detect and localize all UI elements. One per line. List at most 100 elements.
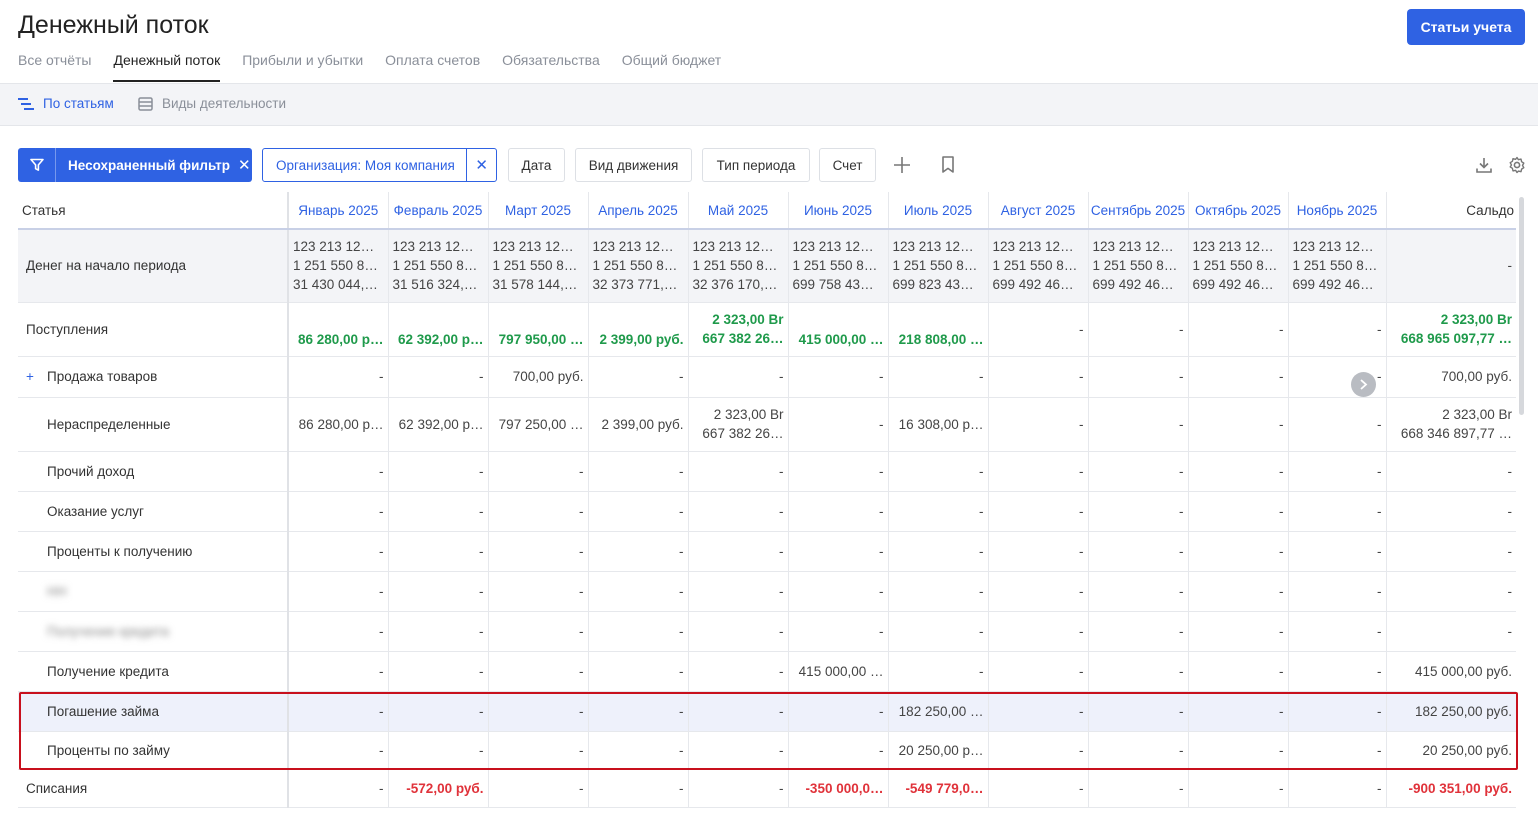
value-cell[interactable]: - bbox=[588, 531, 689, 572]
value-cell[interactable]: 797 950,00 … bbox=[488, 302, 589, 357]
value-cell[interactable]: 123 213 12… 1 251 550 8… 31 430 044,… bbox=[288, 229, 389, 303]
value-cell[interactable]: - bbox=[888, 451, 989, 492]
column-header-month[interactable]: Март 2025 bbox=[488, 192, 589, 230]
value-cell[interactable]: - bbox=[688, 531, 789, 572]
value-cell[interactable]: - bbox=[1088, 531, 1189, 572]
value-cell[interactable]: - bbox=[788, 491, 889, 532]
value-cell[interactable]: - bbox=[988, 571, 1089, 612]
value-cell[interactable]: 123 213 12… 1 251 550 8… 699 758 43… bbox=[788, 229, 889, 303]
value-cell[interactable]: - bbox=[1288, 531, 1387, 572]
value-cell[interactable]: - bbox=[688, 356, 789, 398]
value-cell[interactable]: - bbox=[1288, 451, 1387, 492]
value-cell[interactable]: 123 213 12… 1 251 550 8… 699 492 46… bbox=[1188, 229, 1289, 303]
value-cell[interactable]: - bbox=[1188, 611, 1289, 652]
column-header-month[interactable]: Апрель 2025 bbox=[588, 192, 689, 230]
value-cell[interactable]: - bbox=[988, 302, 1089, 357]
value-cell[interactable]: - bbox=[488, 491, 589, 532]
value-cell[interactable]: - bbox=[288, 531, 389, 572]
value-cell[interactable]: - bbox=[588, 356, 689, 398]
value-cell[interactable]: -350 000,0… bbox=[788, 769, 889, 808]
value-cell[interactable]: - bbox=[1188, 651, 1289, 692]
value-cell[interactable]: - bbox=[788, 356, 889, 398]
value-cell[interactable]: - bbox=[1088, 356, 1189, 398]
table-row[interactable]: Проценты по займу - - - - - -20 250,00 р… - - - -2… bbox=[18, 731, 1516, 770]
value-cell[interactable]: - bbox=[1088, 769, 1189, 808]
value-cell[interactable]: - bbox=[288, 651, 389, 692]
column-header-month[interactable]: Июнь 2025 bbox=[788, 192, 889, 230]
value-cell[interactable]: - bbox=[1288, 731, 1387, 770]
value-cell[interactable]: - bbox=[688, 731, 789, 770]
value-cell[interactable]: - bbox=[788, 731, 889, 770]
value-cell[interactable]: - bbox=[1288, 571, 1387, 612]
saldo-cell[interactable]: -900 351,00 руб. bbox=[1386, 769, 1516, 808]
tab-profit-loss[interactable]: Прибыли и убытки bbox=[242, 51, 363, 83]
column-header-month[interactable]: Февраль 2025 bbox=[388, 192, 489, 230]
column-header-month[interactable]: Сентябрь 2025 bbox=[1088, 192, 1189, 230]
bookmark-icon[interactable] bbox=[937, 154, 959, 176]
value-cell[interactable]: 16 308,00 р… bbox=[888, 397, 989, 452]
table-row[interactable]: НН - - - - - - - - - - - - bbox=[18, 571, 1516, 612]
vertical-scrollbar[interactable] bbox=[1519, 197, 1524, 415]
scroll-right-button[interactable] bbox=[1351, 372, 1376, 397]
value-cell[interactable]: 797 250,00 … bbox=[488, 397, 589, 452]
value-cell[interactable]: - bbox=[488, 451, 589, 492]
value-cell[interactable]: - bbox=[788, 571, 889, 612]
organization-filter-chip[interactable]: Организация: Моя компания ✕ bbox=[262, 148, 497, 182]
value-cell[interactable]: 123 213 12… 1 251 550 8… 699 492 46… bbox=[1088, 229, 1189, 303]
value-cell[interactable]: 123 213 12… 1 251 550 8… 699 492 46… bbox=[1288, 229, 1387, 303]
value-cell[interactable]: 2 399,00 руб. bbox=[588, 397, 689, 452]
saldo-cell[interactable]: - bbox=[1386, 229, 1516, 303]
value-cell[interactable]: -572,00 руб. bbox=[388, 769, 489, 808]
value-cell[interactable]: 123 213 12… 1 251 550 8… 32 376 170,… bbox=[688, 229, 789, 303]
value-cell[interactable]: - bbox=[888, 491, 989, 532]
value-cell[interactable]: 86 280,00 р… bbox=[288, 302, 389, 357]
column-header-month[interactable]: Июль 2025 bbox=[888, 192, 989, 230]
value-cell[interactable]: - bbox=[688, 691, 789, 732]
value-cell[interactable]: - bbox=[1188, 691, 1289, 732]
value-cell[interactable]: - bbox=[1288, 491, 1387, 532]
saldo-cell[interactable]: - bbox=[1386, 531, 1516, 572]
value-cell[interactable]: - bbox=[588, 651, 689, 692]
value-cell[interactable]: - bbox=[488, 531, 589, 572]
table-row[interactable]: Получение кредита - - - - - - - - - - - - bbox=[18, 611, 1516, 652]
value-cell[interactable]: - bbox=[888, 611, 989, 652]
value-cell[interactable]: -549 779,0… bbox=[888, 769, 989, 808]
value-cell[interactable]: - bbox=[1188, 731, 1289, 770]
value-cell[interactable]: - bbox=[988, 397, 1089, 452]
value-cell[interactable]: - bbox=[288, 691, 389, 732]
value-cell[interactable]: - bbox=[788, 397, 889, 452]
value-cell[interactable]: - bbox=[1088, 691, 1189, 732]
value-cell[interactable]: 123 213 12… 1 251 550 8… 31 578 144,… bbox=[488, 229, 589, 303]
saldo-cell[interactable]: - bbox=[1386, 571, 1516, 612]
value-cell[interactable]: - bbox=[788, 451, 889, 492]
value-cell[interactable]: - bbox=[488, 769, 589, 808]
column-header-month[interactable]: Январь 2025 bbox=[288, 192, 389, 230]
value-cell[interactable]: - bbox=[1188, 451, 1289, 492]
value-cell[interactable]: - bbox=[888, 531, 989, 572]
value-cell[interactable]: - bbox=[388, 731, 489, 770]
value-cell[interactable]: - bbox=[1088, 731, 1189, 770]
column-header-month[interactable]: Октябрь 2025 bbox=[1188, 192, 1289, 230]
value-cell[interactable]: - bbox=[288, 356, 389, 398]
saldo-cell[interactable]: - bbox=[1386, 451, 1516, 492]
value-cell[interactable]: - bbox=[888, 571, 989, 612]
tab-bill-payment[interactable]: Оплата счетов bbox=[385, 51, 480, 83]
value-cell[interactable]: - bbox=[1188, 531, 1289, 572]
value-cell[interactable]: 62 392,00 р… bbox=[388, 302, 489, 357]
date-filter-button[interactable]: Дата bbox=[508, 148, 565, 182]
value-cell[interactable]: - bbox=[1288, 302, 1387, 357]
value-cell[interactable]: - bbox=[1288, 611, 1387, 652]
value-cell[interactable]: - bbox=[1088, 571, 1189, 612]
value-cell[interactable]: - bbox=[1088, 611, 1189, 652]
value-cell[interactable]: - bbox=[988, 611, 1089, 652]
value-cell[interactable]: - bbox=[288, 451, 389, 492]
column-header-month[interactable]: Май 2025 bbox=[688, 192, 789, 230]
value-cell[interactable]: - bbox=[1288, 651, 1387, 692]
table-row[interactable]: Погашение займа - - - - - -182 250,00 … - - - -182… bbox=[18, 691, 1516, 732]
value-cell[interactable]: - bbox=[388, 571, 489, 612]
view-by-activities[interactable]: Виды деятельности bbox=[138, 96, 286, 111]
saldo-cell[interactable]: 2 323,00 Br 668 965 097,77 … bbox=[1386, 302, 1516, 357]
value-cell[interactable]: - bbox=[488, 571, 589, 612]
value-cell[interactable]: - bbox=[688, 571, 789, 612]
value-cell[interactable]: 182 250,00 … bbox=[888, 691, 989, 732]
